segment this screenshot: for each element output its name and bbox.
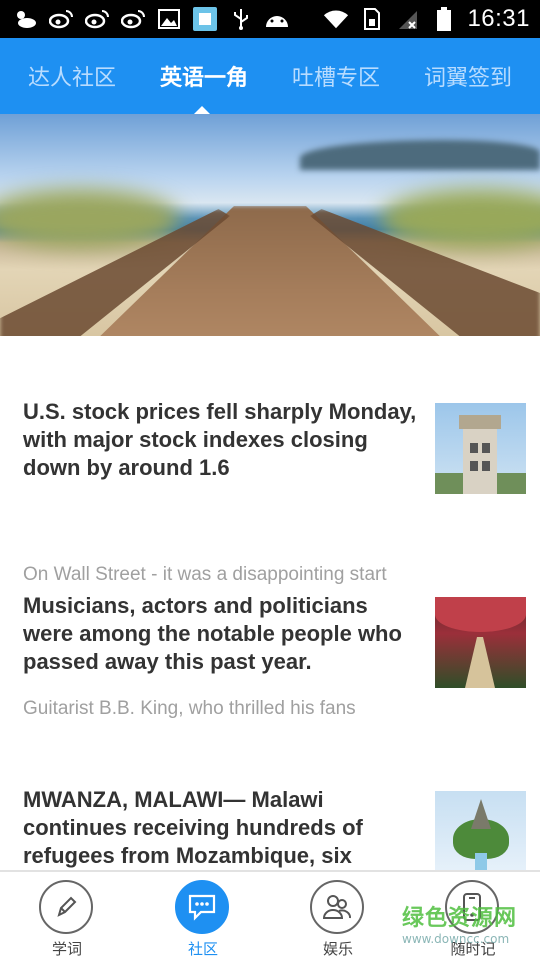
weibo-icon xyxy=(48,7,74,31)
nav-entertainment[interactable]: 娱乐 xyxy=(293,880,383,960)
list-item[interactable]: U.S. stock prices fell sharply Monday, w… xyxy=(0,396,540,585)
article-thumbnail xyxy=(435,791,526,870)
status-bar-system: 16:31 xyxy=(323,5,530,33)
list-item[interactable]: MWANZA, MALAWI— Malawi continues receivi… xyxy=(0,784,540,870)
android-icon xyxy=(264,7,290,31)
article-thumbnail xyxy=(435,597,526,688)
article-summary: On Wall Street - it was a disappointing … xyxy=(23,564,387,585)
battery-icon xyxy=(431,7,457,31)
sim-icon xyxy=(359,7,385,31)
nav-label: 社区 xyxy=(187,940,218,958)
app-icon xyxy=(192,7,218,31)
article-title: U.S. stock prices fell sharply Monday, w… xyxy=(23,399,417,480)
tab-english-corner[interactable]: 英语一角 xyxy=(156,60,252,92)
weather-icon xyxy=(12,7,38,31)
status-bar: 16:31 xyxy=(0,0,540,38)
signal-icon xyxy=(395,7,421,31)
clock: 16:31 xyxy=(467,5,530,32)
site-watermark: 绿色资源网 www.downcc.com xyxy=(402,906,530,952)
weibo-icon xyxy=(120,7,146,31)
usb-icon xyxy=(228,7,254,31)
watermark-text: 绿色资源网 xyxy=(402,906,518,931)
article-title: Musicians, actors and politicians were a… xyxy=(23,593,402,674)
tab-rant-zone[interactable]: 吐槽专区 xyxy=(288,60,384,92)
banner-image[interactable] xyxy=(0,114,540,336)
nav-learn-words[interactable]: 学词 xyxy=(22,880,112,960)
people-icon xyxy=(310,880,364,934)
status-bar-notifications xyxy=(12,7,290,31)
nav-community[interactable]: 社区 xyxy=(158,880,248,960)
image-icon xyxy=(156,7,182,31)
tab-expert-community[interactable]: 达人社区 xyxy=(24,60,120,92)
nav-label: 娱乐 xyxy=(322,940,353,958)
wifi-icon xyxy=(323,7,349,31)
list-item[interactable]: Musicians, actors and politicians were a… xyxy=(0,590,540,740)
watermark-url: www.downcc.com xyxy=(402,932,510,946)
article-title: MWANZA, MALAWI— Malawi continues receivi… xyxy=(23,787,363,868)
weibo-icon xyxy=(84,7,110,31)
top-tab-bar: 达人社区 英语一角 吐槽专区 词翼签到 xyxy=(0,38,540,114)
chat-icon xyxy=(175,880,229,934)
tab-checkin[interactable]: 词翼签到 xyxy=(420,60,516,92)
pen-icon xyxy=(39,880,93,934)
article-summary: Guitarist B.B. King, who thrilled his fa… xyxy=(23,698,356,719)
active-tab-indicator xyxy=(194,106,210,114)
nav-label: 学词 xyxy=(51,940,82,958)
article-thumbnail xyxy=(435,403,526,494)
article-list: U.S. stock prices fell sharply Monday, w… xyxy=(0,336,540,870)
